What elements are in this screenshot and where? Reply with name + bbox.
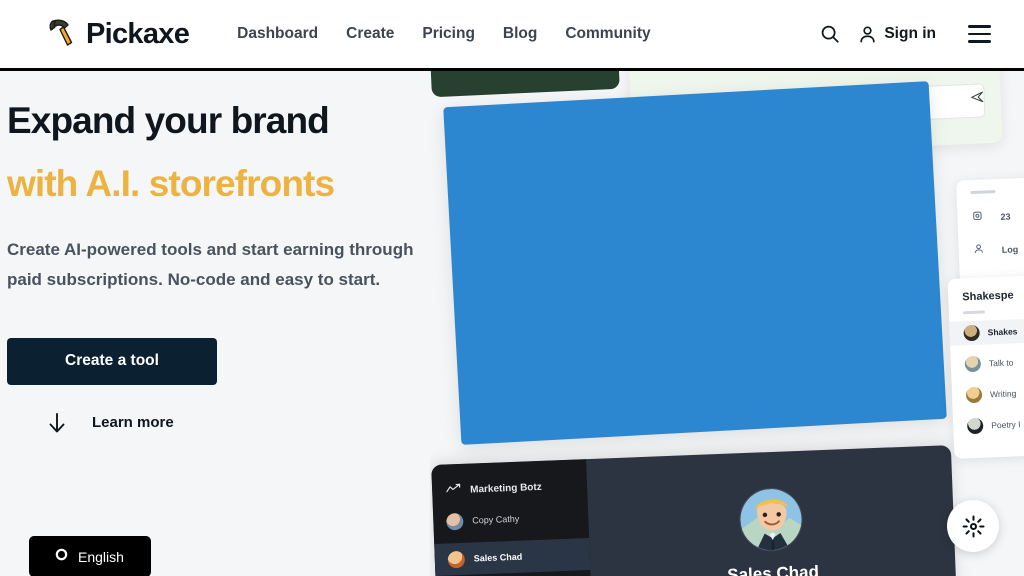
avatar bbox=[963, 324, 980, 341]
hero-subtitle: Create AI-powered tools and start earnin… bbox=[7, 239, 414, 289]
divider bbox=[962, 310, 985, 314]
shakespeare-list-item-selected[interactable]: Shakes bbox=[949, 317, 1024, 346]
hero-content: Expand your brand with A.I. storefronts … bbox=[7, 100, 439, 436]
collage-blue-image-card bbox=[443, 81, 947, 445]
signin-label: Sign in bbox=[884, 25, 936, 42]
create-a-tool-button[interactable]: Create a tool bbox=[7, 337, 217, 385]
hero-collage: Ask or add a document Marketing Botz bbox=[430, 71, 1024, 576]
avatar bbox=[966, 417, 984, 434]
logo-home-link[interactable]: Pickaxe bbox=[46, 17, 190, 51]
collage-shakespeare-card: Shakespe Shakes Talk to Writing Poetry I bbox=[947, 275, 1024, 459]
nav-item-create[interactable]: Create bbox=[332, 19, 408, 49]
stats-row: Log bbox=[972, 239, 1024, 260]
avatar bbox=[965, 386, 983, 403]
stats-value: Log bbox=[1001, 243, 1019, 255]
app-mockup-sidebar-title: Marketing Botz bbox=[469, 481, 542, 496]
language-selector-label: English bbox=[78, 548, 124, 565]
app-mockup-bot-row[interactable]: Copy Cathy bbox=[433, 500, 589, 538]
page-title: Expand your brand bbox=[7, 100, 330, 141]
page-root: Pickaxe Dashboard Create Pricing Blog Co… bbox=[0, 0, 1024, 576]
app-mockup-bot-name: Sales Chad bbox=[473, 551, 523, 564]
person-icon bbox=[972, 241, 985, 259]
app-mockup-bot-name: Copy Cathy bbox=[472, 513, 520, 526]
shakespeare-list-item-label: Talk to bbox=[988, 356, 1014, 368]
pickaxe-hammer-icon bbox=[46, 17, 80, 51]
header-actions: Sign in bbox=[813, 17, 996, 51]
divider bbox=[970, 190, 996, 194]
app-mockup-featured-bot-name: Sales Chad bbox=[726, 562, 820, 576]
learn-more-link[interactable]: Learn more bbox=[7, 410, 439, 436]
signin-button[interactable]: Sign in bbox=[857, 24, 936, 45]
avatar bbox=[964, 355, 982, 372]
shakespeare-list-item[interactable]: Writing bbox=[965, 380, 1024, 407]
stats-row: 23 bbox=[971, 206, 1024, 227]
site-header: Pickaxe Dashboard Create Pricing Blog Co… bbox=[0, 0, 1024, 71]
shakespeare-list-item-label: Writing bbox=[989, 387, 1017, 399]
menu-bar bbox=[967, 40, 991, 43]
nav-item-community[interactable]: Community bbox=[551, 19, 664, 49]
learn-more-label: Learn more bbox=[92, 414, 174, 432]
brightness-sparkle-icon[interactable] bbox=[947, 500, 999, 552]
app-mockup-sidebar: Marketing Botz Copy Cathy Sales Chad Med… bbox=[431, 459, 595, 576]
shakespeare-card-title: Shakespe bbox=[962, 289, 1014, 304]
language-selector[interactable]: English bbox=[29, 536, 151, 576]
avatar bbox=[447, 550, 466, 568]
collage-app-mockup-card: Marketing Botz Copy Cathy Sales Chad Med… bbox=[431, 445, 959, 576]
page-title-accent: with A.I. storefronts bbox=[7, 163, 335, 205]
send-paper-plane-icon[interactable] bbox=[969, 89, 985, 110]
avatar bbox=[446, 512, 464, 531]
person-icon bbox=[857, 24, 878, 45]
shakespeare-list-item-label: Shakes bbox=[987, 325, 1018, 337]
collage-stats-card: 23 Log bbox=[956, 177, 1024, 285]
collage-green-card bbox=[430, 71, 620, 98]
menu-bar bbox=[967, 25, 991, 28]
search-icon[interactable] bbox=[813, 17, 847, 51]
target-icon bbox=[971, 208, 984, 226]
blonde-man-suit-avatar bbox=[738, 486, 804, 553]
shakespeare-list-item-label: Poetry I bbox=[991, 418, 1021, 430]
brand-name: Pickaxe bbox=[86, 17, 190, 50]
app-mockup-sidebar-header: Marketing Botz bbox=[446, 476, 588, 499]
nav-item-blog[interactable]: Blog bbox=[489, 19, 551, 49]
shakespeare-list-item[interactable]: Talk to bbox=[964, 349, 1024, 376]
main-navigation: Dashboard Create Pricing Blog Community bbox=[223, 19, 664, 49]
nav-item-dashboard[interactable]: Dashboard bbox=[223, 19, 332, 49]
app-mockup-bot-row-selected[interactable]: Sales Chad bbox=[434, 538, 591, 576]
trend-line-icon bbox=[446, 481, 462, 500]
shakespeare-list-item[interactable]: Poetry I bbox=[966, 411, 1024, 438]
hamburger-menu-icon[interactable] bbox=[962, 17, 996, 51]
globe-icon bbox=[54, 547, 69, 567]
nav-item-pricing[interactable]: Pricing bbox=[408, 19, 489, 49]
app-mockup-main-panel: Sales Chad bbox=[586, 445, 959, 576]
arrow-down-icon bbox=[44, 410, 70, 436]
stats-value: 23 bbox=[1000, 211, 1011, 222]
menu-bar bbox=[967, 32, 991, 36]
